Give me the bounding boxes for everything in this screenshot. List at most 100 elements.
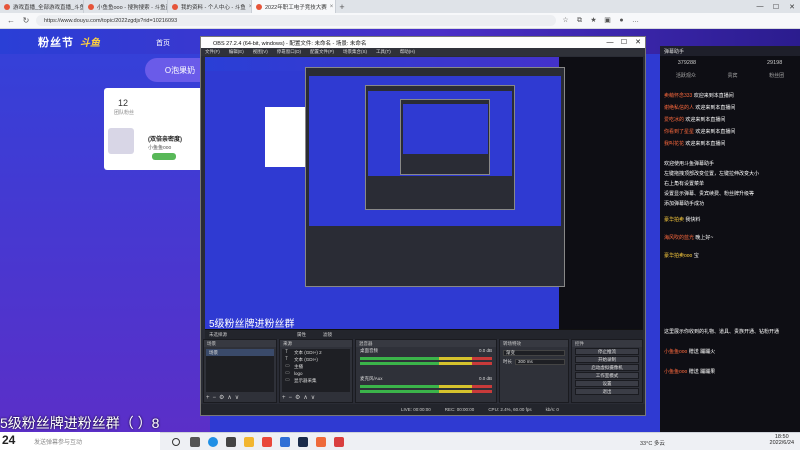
browser-tab-2[interactable]: 小鱼鱼ooo - 搜狗搜索 - 斗鱼直...× — [84, 0, 168, 13]
obs-window: OBS 27.2.4 (64-bit, windows) - 配置文件: 未命名… — [200, 36, 646, 416]
chat-line: 你看到了星星 欢迎来到本直播间 — [664, 129, 736, 135]
douyu-logo[interactable]: 粉丝节 — [38, 34, 74, 50]
menu-edit[interactable]: 编辑(E) — [229, 49, 244, 55]
menu-tools[interactable]: 工具(T) — [376, 49, 391, 55]
clock-date: 2022/6/24 — [769, 440, 794, 446]
tab-title: 游戏直播_全部游戏直播_斗鱼直... — [13, 4, 83, 11]
dock-title: 场景 — [204, 340, 276, 347]
chat-line: 谢绝私信的人 欢迎来到本直播间 — [664, 105, 736, 111]
volume-meter — [360, 385, 492, 388]
panel-title: 弹幕助手 — [660, 46, 800, 56]
filters-button[interactable]: 滤镜 — [323, 332, 332, 338]
scene-controls[interactable]: +−⚙∧∨ — [206, 394, 242, 401]
mixer-channel: 桌面音频 0.0 dB — [360, 348, 492, 353]
extensions-icon[interactable]: ⧉ — [575, 16, 584, 25]
avatar[interactable] — [108, 128, 134, 154]
scenes-dock: 场景 场景 +−⚙∧∨ — [203, 339, 277, 403]
back-arrow-icon[interactable]: ← — [6, 16, 16, 25]
browser-tab-4[interactable]: 2022年职工电子竞技大赛 × — [252, 0, 336, 13]
star-icon[interactable]: ☆ — [561, 16, 570, 25]
favorites-icon[interactable]: ★ — [589, 16, 598, 25]
steam-icon[interactable] — [298, 437, 308, 447]
settings-button[interactable]: 设置 — [575, 380, 639, 387]
chat-line: 我叫花花 欢迎来到本直播间 — [664, 141, 726, 147]
source-item[interactable]: ▭ logo — [282, 370, 350, 377]
tab-title: 2022年职工电子竞技大赛 — [265, 4, 327, 11]
exit-button[interactable]: 退出 — [575, 388, 639, 395]
obs-preview[interactable]: 5级粉丝牌进粉丝群 — [205, 57, 643, 329]
menu-file[interactable]: 文件(F) — [205, 49, 220, 55]
danmaku-input[interactable]: 发送弹幕参与互动 — [34, 437, 82, 446]
edge-icon[interactable] — [208, 437, 218, 447]
minimize-button[interactable]: — — [603, 37, 617, 48]
browser-tab-1[interactable]: 游戏直播_全部游戏直播_斗鱼直...× — [0, 0, 84, 13]
scene-item[interactable]: 场景 — [206, 349, 274, 356]
obs-icon[interactable] — [226, 437, 236, 447]
maximize-button[interactable]: ☐ — [617, 37, 631, 48]
source-controls[interactable]: +−⚙∧∨ — [282, 394, 318, 401]
obs-titlebar: OBS 27.2.4 (64-bit, windows) - 配置文件: 未命名… — [201, 37, 645, 48]
source-item[interactable]: T 文本 (GDI+) — [282, 356, 350, 363]
preview-chat — [559, 57, 643, 329]
preview-obs-window-3 — [400, 99, 490, 175]
url-input[interactable]: https://www.douyu.com/topic/2022zgdjs?ri… — [36, 15, 556, 26]
obs-window-controls: — ☐ ✕ — [603, 37, 645, 48]
source-list: T 文本 (GDI+) 2 T 文本 (GDI+) ▭ 主播 ▭ logo ▭ 显示器采集 — [282, 349, 350, 392]
tab-title: 我的资料 - 个人中心 - 斗鱼 — [181, 4, 246, 11]
transition-select[interactable]: 渐变 — [503, 349, 565, 356]
tab-vip[interactable]: 贵宾 — [727, 72, 737, 79]
source-item[interactable]: ▭ 显示器采集 — [282, 377, 350, 384]
search-icon[interactable] — [172, 438, 180, 446]
new-tab-button[interactable]: + — [336, 0, 348, 13]
source-item[interactable]: T 文本 (GDI+) 2 — [282, 349, 350, 356]
app-icon[interactable] — [262, 437, 272, 447]
close-icon[interactable]: × — [330, 4, 334, 10]
task-view-icon[interactable] — [190, 437, 200, 447]
image-icon: ▭ — [285, 363, 290, 369]
menu-scene-collection[interactable]: 场景集合(S) — [343, 49, 367, 55]
menu-profile[interactable]: 配置文件(P) — [310, 49, 334, 55]
tab-title: 小鱼鱼ooo - 搜狗搜索 - 斗鱼直... — [97, 4, 168, 11]
menu-view[interactable]: 视图(V) — [253, 49, 268, 55]
stats-row: 379288 29198 — [660, 60, 800, 66]
close-window-button[interactable]: ✕ — [784, 0, 800, 13]
start-recording-button[interactable]: 开始录制 — [575, 356, 639, 363]
rec-timer: REC: 00:00:00 — [444, 407, 475, 412]
minimize-button[interactable]: — — [752, 0, 768, 13]
clock[interactable]: 18:50 2022/6/24 — [770, 434, 794, 446]
douyu-favicon-icon — [4, 3, 10, 10]
screen: 游戏直播_全部游戏直播_斗鱼直...× 小鱼鱼ooo - 搜狗搜索 - 斗鱼直.… — [0, 0, 800, 450]
sources-dock: 来源 T 文本 (GDI+) 2 T 文本 (GDI+) ▭ 主播 ▭ logo ▭ 显示… — [279, 339, 353, 403]
no-source-label: 未选择源 — [209, 332, 227, 337]
collections-icon[interactable]: ▣ — [603, 16, 612, 25]
duration-input[interactable]: 300 ms — [515, 358, 565, 365]
app-icon[interactable] — [316, 437, 326, 447]
stat-fans: 29198 — [766, 60, 783, 66]
browser-tab-3[interactable]: 我的资料 - 个人中心 - 斗鱼 × — [168, 0, 252, 13]
app-icon[interactable] — [334, 437, 344, 447]
transition-type-row: 渐变 — [503, 349, 565, 356]
virtual-camera-button[interactable]: 启动虚拟摄像机 — [575, 364, 639, 371]
studio-mode-button[interactable]: 工作室模式 — [575, 372, 639, 379]
app-icon[interactable] — [280, 437, 290, 447]
file-explorer-icon[interactable] — [244, 437, 254, 447]
source-item[interactable]: ▭ 主播 — [282, 363, 350, 370]
anchor-account: 小鱼鱼ooo — [148, 145, 172, 151]
overlay-text: 5级粉丝牌进粉丝群（ ）8 — [0, 415, 160, 431]
tab-fan-club[interactable]: 粉丝团 — [769, 72, 784, 79]
menu-docks[interactable]: 停靠窗口(D) — [277, 49, 301, 55]
nav-home[interactable]: 首页 — [156, 38, 170, 48]
close-window-button[interactable]: ✕ — [631, 37, 645, 48]
maximize-button[interactable]: ☐ — [768, 0, 784, 13]
tab-active-viewers[interactable]: 活跃观众 — [676, 72, 696, 79]
stop-streaming-button[interactable]: 停止推流 — [575, 348, 639, 355]
status-badge — [152, 153, 176, 160]
properties-button[interactable]: 属性 — [297, 332, 306, 338]
chat-line: 欢迎使用斗鱼弹幕助手 — [664, 161, 715, 167]
douyu-favicon-icon — [172, 3, 178, 10]
profile-icon[interactable]: ● — [617, 16, 626, 25]
refresh-icon[interactable]: ↻ — [21, 16, 31, 25]
menu-help[interactable]: 帮助(H) — [400, 49, 415, 55]
weather-widget[interactable]: 33°C 多云 — [640, 439, 665, 447]
more-icon[interactable]: … — [631, 16, 640, 25]
